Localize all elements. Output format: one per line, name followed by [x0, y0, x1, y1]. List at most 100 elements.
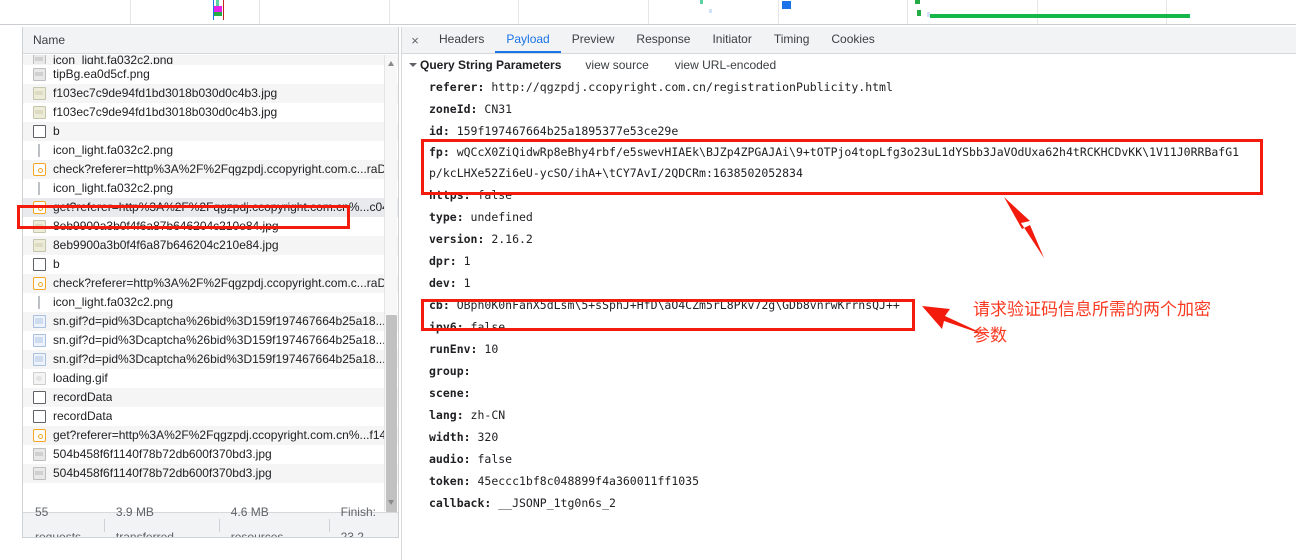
param-key: dev: [429, 276, 457, 290]
table-row[interactable]: 8eb9900a3b0f4f6a87b646204c210e84.jpg [23, 217, 398, 236]
request-name-label: check?referer=http%3A%2F%2Fqgzpdj.ccopyr… [53, 161, 397, 176]
param-value: CN31 [477, 102, 513, 116]
gif-icon [33, 314, 46, 328]
query-string-parameters-section-header[interactable]: Query String Parameters view source view… [402, 54, 1296, 76]
param-key: dpr: [429, 254, 457, 268]
gif-icon [33, 333, 46, 347]
param-value: zh-CN [463, 408, 506, 422]
overview-gridline [130, 0, 131, 24]
gif-icon [33, 352, 46, 366]
param-value: wQCcX0ZiQidwRp8eBhy4rbf/e5swevHIAEk\BJZp… [429, 145, 1240, 180]
scrollbar-thumb[interactable] [386, 315, 397, 515]
param-value: 1 [456, 254, 471, 268]
request-name-label: recordData [53, 389, 113, 404]
details-tabbar: × Headers Payload Preview Response Initiator… [402, 27, 1296, 54]
table-row[interactable]: icon_light.fa032c2.png [23, 293, 398, 312]
request-name-label: icon_light.fa032c2.png [53, 294, 174, 309]
param-value: undefined [463, 210, 533, 224]
tab-preview[interactable]: Preview [561, 27, 626, 53]
table-row[interactable]: sn.gif?d=pid%3Dcaptcha%26bid%3D159f19746… [23, 350, 398, 369]
query-param-id: id: 159f197467664b25a1895377e53ce29e [402, 120, 1296, 142]
network-status-bar: 55 requests 3.9 MB transferred 4.6 MB re… [23, 505, 398, 537]
param-key: runEnv: [429, 342, 478, 356]
table-row[interactable]: sn.gif?d=pid%3Dcaptcha%26bid%3D159f19746… [23, 331, 398, 350]
table-row[interactable]: tipBg.ea0d5cf.png [23, 65, 398, 84]
query-param-scene: scene: [402, 382, 1296, 404]
param-key: id: [429, 124, 450, 138]
table-row[interactable]: b [23, 255, 398, 274]
param-key: type: [429, 210, 464, 224]
table-row[interactable]: icon_light.fa032c2.png [23, 55, 398, 65]
table-row[interactable]: 504b458f6f1140f78b72db600f370bd3.jpg [23, 464, 398, 483]
request-name-label: get?referer=http%3A%2F%2Fqgzpdj.ccopyrig… [53, 199, 396, 214]
param-key: zoneId: [429, 102, 478, 116]
requests-list[interactable]: icon_light.fa032c2.png tipBg.ea0d5cf.png f… [23, 55, 398, 511]
param-value: false [470, 188, 513, 202]
table-row[interactable]: f103ec7c9de94fd1bd3018b030d0c4b3.jpg [23, 84, 398, 103]
table-row[interactable]: get?referer=http%3A%2F%2Fqgzpdj.ccopyrig… [23, 426, 398, 445]
table-row[interactable]: loading.gif [23, 369, 398, 388]
tab-initiator[interactable]: Initiator [701, 27, 762, 53]
request-name-label: f103ec7c9de94fd1bd3018b030d0c4b3.jpg [53, 85, 278, 100]
request-name-label: 8eb9900a3b0f4f6a87b646204c210e84.jpg [53, 218, 279, 233]
bar-icon [33, 181, 46, 195]
table-row[interactable]: sn.gif?d=pid%3Dcaptcha%26bid%3D159f19746… [23, 312, 398, 331]
document-icon [33, 409, 46, 423]
tab-timing[interactable]: Timing [763, 27, 821, 53]
table-row[interactable]: recordData [23, 388, 398, 407]
query-param-token: token: 45eccc1bf8c048899f4a360011ff1035 [402, 470, 1296, 492]
network-overview-timeline[interactable] [0, 0, 1296, 25]
table-row[interactable]: 8eb9900a3b0f4f6a87b646204c210e84.jpg [23, 236, 398, 255]
request-name-label: sn.gif?d=pid%3Dcaptcha%26bid%3D159f19746… [53, 351, 396, 366]
query-param-audio: audio: false [402, 448, 1296, 470]
close-icon[interactable]: × [402, 27, 428, 53]
document-icon [33, 390, 46, 404]
param-key: token: [429, 474, 471, 488]
tab-headers[interactable]: Headers [428, 27, 495, 53]
table-row-selected[interactable]: get?referer=http%3A%2F%2Fqgzpdj.ccopyrig… [23, 198, 398, 217]
param-value: 2.16.2 [484, 232, 533, 246]
loading-icon [33, 371, 46, 385]
table-row[interactable]: icon_light.fa032c2.png [23, 141, 398, 160]
request-name-label: get?referer=http%3A%2F%2Fqgzpdj.ccopyrig… [53, 427, 393, 442]
status-finish: Finish: 23.2 [340, 505, 376, 538]
chevron-down-icon[interactable] [409, 63, 417, 67]
query-param-lang: lang: zh-CN [402, 404, 1296, 426]
document-icon [33, 257, 46, 271]
tab-response[interactable]: Response [625, 27, 701, 53]
request-name-label: f103ec7c9de94fd1bd3018b030d0c4b3.jpg [53, 104, 278, 119]
requests-scrollbar[interactable] [384, 55, 398, 515]
param-value: 10 [477, 342, 499, 356]
query-param-https: https: false [402, 184, 1296, 206]
param-key: callback: [429, 496, 492, 510]
table-row[interactable]: 504b458f6f1140f78b72db600f370bd3.jpg [23, 445, 398, 464]
table-row[interactable]: f103ec7c9de94fd1bd3018b030d0c4b3.jpg [23, 103, 398, 122]
view-source-link[interactable]: view source [585, 58, 648, 72]
table-row[interactable]: check?referer=http%3A%2F%2Fqgzpdj.ccopyr… [23, 160, 398, 179]
param-value: 159f197467664b25a1895377e53ce29e [449, 124, 679, 138]
requests-column-header[interactable]: Name [23, 27, 398, 54]
scroll-up-arrow-icon[interactable] [385, 57, 398, 70]
tab-payload[interactable]: Payload [495, 27, 561, 53]
query-param-width: width: 320 [402, 426, 1296, 448]
overview-gridline [259, 0, 260, 24]
image2-icon [33, 219, 46, 233]
overview-gridline [778, 0, 779, 24]
table-row[interactable]: b [23, 122, 398, 141]
query-param-dev: dev: 1 [402, 272, 1296, 294]
overview-gridline [1166, 0, 1167, 24]
param-value: 320 [470, 430, 499, 444]
annotation-note-text: 请求验证码信息所需的两个加密 参数 [973, 300, 1211, 346]
table-row[interactable]: check?referer=http%3A%2F%2Fqgzpdj.ccopyr… [23, 274, 398, 293]
image-icon [33, 466, 46, 480]
view-url-encoded-link[interactable]: view URL-encoded [675, 58, 776, 72]
script-icon [33, 162, 46, 176]
status-divider [218, 518, 220, 532]
param-key: width: [429, 430, 471, 444]
table-row[interactable]: recordData [23, 407, 398, 426]
overview-request-bar [214, 12, 222, 16]
bar-icon [33, 295, 46, 309]
tab-cookies[interactable]: Cookies [820, 27, 885, 53]
table-row[interactable]: icon_light.fa032c2.png [23, 179, 398, 198]
bar-icon [33, 143, 46, 157]
